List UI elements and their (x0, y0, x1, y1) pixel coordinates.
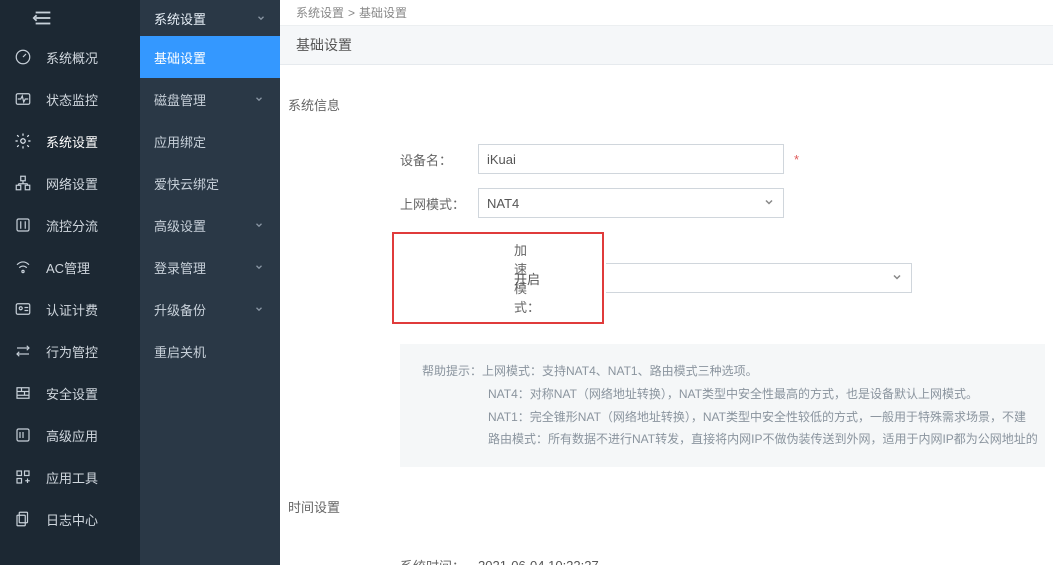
nav-label: 日志中心 (46, 510, 98, 529)
nav-label: AC管理 (46, 258, 90, 277)
nav-label: 系统设置 (46, 132, 98, 151)
breadcrumb-part[interactable]: 系统设置 (296, 4, 344, 21)
tip-line: NAT1：完全锥形NAT（网络地址转换），NAT类型中安全性较低的方式，一般用于… (422, 406, 1023, 429)
nav-label: 行为管控 (46, 342, 98, 361)
tip-prefix: 帮助提示： (422, 364, 482, 378)
device-name-label: 设备名： (288, 150, 478, 169)
chevron-down-icon (254, 304, 264, 314)
net-mode-value: NAT4 (487, 196, 519, 211)
submenu-item-label: 重启关机 (154, 342, 206, 361)
nav-label: 网络设置 (46, 174, 98, 193)
submenu-disk[interactable]: 磁盘管理 (140, 78, 280, 120)
nav-status[interactable]: 状态监控 (0, 78, 140, 120)
tip-line: NAT4：对称NAT（网络地址转换），NAT类型中安全性最高的方式，也是设备默认… (422, 383, 1023, 406)
nav-auth[interactable]: 认证计费 (0, 288, 140, 330)
nav-label: 状态监控 (46, 90, 98, 109)
nav-logs[interactable]: 日志中心 (0, 498, 140, 540)
chevron-down-icon (256, 13, 266, 23)
section-time: 时间设置 (288, 497, 1045, 516)
chevron-down-icon (891, 271, 903, 286)
chevron-down-icon (254, 262, 264, 272)
submenu-app-bind[interactable]: 应用绑定 (140, 120, 280, 162)
submenu-item-label: 爱快云绑定 (154, 174, 219, 193)
secondary-nav: 系统设置 基础设置 磁盘管理 应用绑定 爱快云绑定 高级设置 登录管理 升级备份 (140, 0, 280, 565)
submenu-item-label: 应用绑定 (154, 132, 206, 151)
submenu-item-label: 升级备份 (154, 300, 206, 319)
wifi-icon (14, 258, 32, 276)
nav-system-settings[interactable]: 系统设置 (0, 120, 140, 162)
accel-mode-select[interactable] (606, 263, 912, 293)
sliders-icon (14, 216, 32, 234)
sys-time-label: 系统时间： (288, 556, 478, 565)
nav-advanced[interactable]: 高级应用 (0, 414, 140, 456)
submenu-upgrade[interactable]: 升级备份 (140, 288, 280, 330)
submenu-item-label: 高级设置 (154, 216, 206, 235)
chevron-down-icon (254, 220, 264, 230)
nav-ac[interactable]: AC管理 (0, 246, 140, 288)
submenu-item-label: 基础设置 (154, 48, 206, 67)
net-mode-select[interactable]: NAT4 (478, 188, 784, 218)
accel-mode-value: 开启 (514, 269, 594, 288)
required-indicator: * (794, 152, 799, 167)
nav-security[interactable]: 安全设置 (0, 372, 140, 414)
chevron-down-icon (254, 94, 264, 104)
main-pane: 系统设置 > 基础设置 基础设置 系统信息 设备名： * 上网模式： NAT4 (280, 0, 1053, 565)
help-tip-box: 帮助提示：上网模式：支持NAT4、NAT1、路由模式三种选项。 NAT4：对称N… (400, 344, 1045, 467)
nav-label: 安全设置 (46, 384, 98, 403)
page-title: 基础设置 (280, 26, 1053, 65)
nav-label: 系统概况 (46, 48, 98, 67)
submenu-login[interactable]: 登录管理 (140, 246, 280, 288)
section-system-info: 系统信息 (288, 95, 1045, 114)
gear-icon (14, 132, 32, 150)
nav-label: 流控分流 (46, 216, 98, 235)
id-icon (14, 300, 32, 318)
submenu-item-label: 磁盘管理 (154, 90, 206, 109)
submenu-basic-settings[interactable]: 基础设置 (140, 36, 280, 78)
swap-icon (14, 342, 32, 360)
nav-label: 认证计费 (46, 300, 98, 319)
nav-behavior[interactable]: 行为管控 (0, 330, 140, 372)
gauge-icon (14, 48, 32, 66)
net-mode-label: 上网模式： (288, 194, 478, 213)
nav-traffic[interactable]: 流控分流 (0, 204, 140, 246)
tip-line: 上网模式：支持NAT4、NAT1、路由模式三种选项。 (482, 364, 758, 378)
submenu-item-label: 登录管理 (154, 258, 206, 277)
submenu-advanced[interactable]: 高级设置 (140, 204, 280, 246)
collapse-nav-button[interactable] (0, 0, 140, 36)
submenu-title: 系统设置 (140, 0, 280, 36)
nav-label: 应用工具 (46, 468, 98, 487)
apps-icon (14, 468, 32, 486)
copy-icon (14, 510, 32, 528)
network-icon (14, 174, 32, 192)
submenu-reboot[interactable]: 重启关机 (140, 330, 280, 372)
nav-tools[interactable]: 应用工具 (0, 456, 140, 498)
chevron-down-icon (763, 196, 775, 211)
primary-nav: 系统概况 状态监控 系统设置 网络设置 流控分流 AC管理 认证计费 行为管控 (0, 0, 140, 565)
nav-network[interactable]: 网络设置 (0, 162, 140, 204)
layers-icon (14, 426, 32, 444)
submenu-cloud-bind[interactable]: 爱快云绑定 (140, 162, 280, 204)
accel-mode-highlight: 加速模式： 开启 (392, 232, 604, 324)
activity-icon (14, 90, 32, 108)
breadcrumb-separator: > (348, 6, 355, 20)
firewall-icon (14, 384, 32, 402)
sys-time-value: 2021-06-04 10:22:27 (478, 558, 784, 565)
accel-mode-label: 加速模式： (402, 240, 514, 316)
breadcrumb: 系统设置 > 基础设置 (280, 0, 1053, 26)
device-name-input[interactable] (478, 144, 784, 174)
nav-overview[interactable]: 系统概况 (0, 36, 140, 78)
nav-label: 高级应用 (46, 426, 98, 445)
tip-line: 路由模式：所有数据不进行NAT转发，直接将内网IP不做伪装传送到外网，适用于内网… (422, 428, 1023, 451)
breadcrumb-part: 基础设置 (359, 4, 407, 21)
